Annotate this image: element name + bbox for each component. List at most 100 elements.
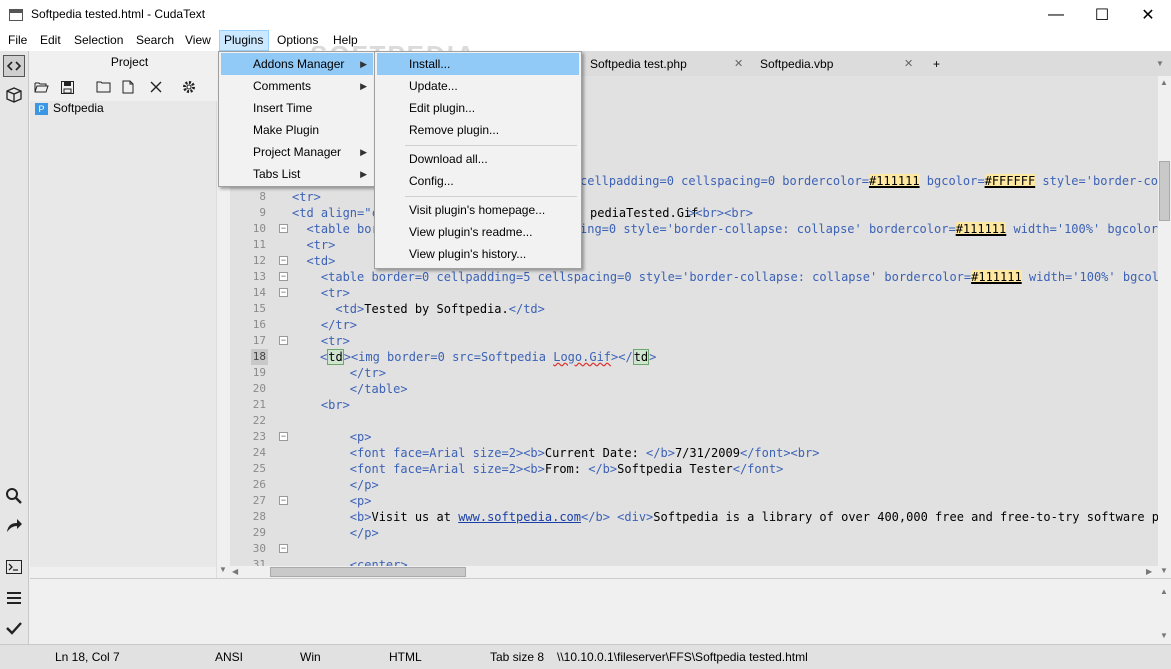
validate-check-icon[interactable]	[3, 617, 25, 639]
fold-toggle-icon[interactable]: −	[279, 272, 288, 281]
status-line-ending[interactable]: Win	[300, 650, 321, 664]
menu-item-update[interactable]: Update...	[377, 75, 579, 97]
scroll-up-icon[interactable]: ▲	[1160, 78, 1168, 87]
menu-selection[interactable]: Selection	[74, 30, 123, 51]
maximize-button[interactable]: ☐	[1079, 0, 1125, 30]
menu-item-tabs-list[interactable]: Tabs List ▶	[221, 163, 373, 185]
menu-item-config[interactable]: Config...	[377, 170, 579, 192]
menu-item-make-plugin[interactable]: Make Plugin	[221, 119, 373, 141]
code-token: cellpadding=0 cellspacing=0 bordercolor=	[580, 174, 869, 188]
output-list-icon[interactable]	[3, 587, 25, 609]
menu-item-project-manager[interactable]: Project Manager ▶	[221, 141, 373, 163]
menu-item-download-all[interactable]: Download all...	[377, 148, 579, 170]
scroll-left-icon[interactable]: ◀	[232, 567, 238, 576]
scroll-right-icon[interactable]: ▶	[1146, 567, 1152, 576]
menu-item-view-history[interactable]: View plugin's history...	[377, 243, 579, 265]
scroll-down-icon[interactable]: ▼	[1160, 566, 1168, 575]
menu-item-remove-plugin[interactable]: Remove plugin...	[377, 119, 579, 141]
fold-toggle-icon[interactable]: −	[279, 432, 288, 441]
line-number: 8	[259, 190, 266, 203]
tab-label: Softpedia.vbp	[760, 57, 834, 71]
add-file-icon[interactable]	[118, 77, 138, 97]
gear-icon[interactable]	[179, 77, 199, 97]
code-line-20: </table>	[292, 382, 408, 396]
project-tree-item[interactable]: Softpedia	[53, 101, 104, 115]
menu-item-addons-manager[interactable]: Addons Manager ▶	[221, 53, 373, 75]
tab-softpedia-vbp[interactable]: Softpedia.vbp ✕	[754, 53, 919, 76]
code-line-27: <p>	[292, 494, 372, 508]
menu-item-view-readme[interactable]: View plugin's readme...	[377, 221, 579, 243]
status-encoding[interactable]: ANSI	[215, 650, 243, 664]
scroll-down-icon[interactable]: ▼	[219, 565, 227, 574]
scrollbar-thumb[interactable]	[1159, 161, 1170, 221]
fold-toggle-icon[interactable]: −	[279, 496, 288, 505]
scroll-up-icon[interactable]: ▲	[1160, 587, 1168, 596]
minimize-button[interactable]: —	[1033, 0, 1079, 30]
line-number: 16	[252, 318, 266, 331]
line-number: 21	[252, 398, 266, 411]
line-number: 17	[252, 334, 266, 347]
close-button[interactable]: ✕	[1125, 0, 1171, 30]
code-line-21: <br>	[292, 398, 350, 412]
link-token[interactable]: www.softpedia.com	[458, 510, 581, 524]
bottom-panel-scrollbar[interactable]: ▲ ▼	[1158, 579, 1171, 645]
menu-search[interactable]: Search	[136, 30, 174, 51]
menu-view[interactable]: View	[185, 30, 211, 51]
scrollbar-thumb[interactable]	[270, 567, 466, 577]
project-box-icon[interactable]	[3, 84, 25, 106]
menu-item-comments[interactable]: Comments ▶	[221, 75, 373, 97]
status-caret-position[interactable]: Ln 18, Col 7	[55, 650, 120, 664]
menu-item-insert-time[interactable]: Insert Time	[221, 97, 373, 119]
search-icon[interactable]	[3, 485, 25, 507]
menu-file[interactable]: File	[8, 30, 27, 51]
code-line-25: <font face=Arial size=2><b>From: </b>Sof…	[292, 462, 784, 476]
goto-arrow-icon[interactable]	[3, 515, 25, 537]
fold-toggle-icon[interactable]: −	[279, 224, 288, 233]
code-line-28: <b>Visit us at www.softpedia.com</b> <di…	[292, 510, 1158, 524]
fold-toggle-icon[interactable]: −	[279, 288, 288, 297]
window-title: Softpedia tested.html - CudaText	[31, 7, 206, 21]
project-tree[interactable]: P Softpedia	[30, 101, 216, 567]
add-folder-icon[interactable]	[93, 77, 113, 97]
plugins-menu: Addons Manager ▶ Comments ▶ Insert Time Ma…	[218, 51, 376, 187]
code-token: <td>	[292, 302, 365, 316]
fold-toggle-icon[interactable]: −	[279, 256, 288, 265]
code-line-14: <tr>	[292, 286, 350, 300]
open-folder-icon[interactable]	[31, 77, 51, 97]
code-token: pediaTested.Gif	[590, 206, 699, 220]
console-icon[interactable]	[3, 556, 25, 578]
tab-menu-icon[interactable]: ▼	[1156, 59, 1164, 68]
menu-item-install[interactable]: Install...	[377, 53, 579, 75]
tab-close-icon[interactable]: ✕	[734, 53, 743, 76]
code-line-11: <tr>	[292, 238, 336, 252]
status-bar: Ln 18, Col 7 ANSI Win HTML Tab size 8 \\…	[0, 644, 1171, 669]
line-number: 14	[252, 286, 266, 299]
code-line-16: </tr>	[292, 318, 358, 332]
editor-vertical-scrollbar[interactable]: ▲ ▼	[1158, 76, 1171, 578]
new-tab-button[interactable]: +	[927, 53, 951, 76]
line-number: 20	[252, 382, 266, 395]
scroll-down-icon[interactable]: ▼	[1160, 631, 1168, 640]
editor-horizontal-scrollbar[interactable]: ◀ ▶	[230, 566, 1158, 578]
status-tab-size[interactable]: Tab size 8	[490, 650, 544, 664]
menu-item-visit-homepage[interactable]: Visit plugin's homepage...	[377, 199, 579, 221]
line-number: 29	[252, 526, 266, 539]
menu-item-edit-plugin[interactable]: Edit plugin...	[377, 97, 579, 119]
fold-toggle-icon[interactable]: −	[279, 544, 288, 553]
fold-toggle-icon[interactable]: −	[279, 336, 288, 345]
bracket-match-token: td	[632, 349, 650, 365]
save-icon[interactable]	[57, 77, 77, 97]
remove-icon[interactable]	[146, 77, 166, 97]
tab-softpedia-test-php[interactable]: Softpedia test.php ✕	[584, 53, 749, 76]
code-line-18: <td><img border=0 src=Softpedia Logo.Gif…	[320, 349, 657, 365]
tab-close-icon[interactable]: ✕	[904, 53, 913, 76]
line-number: 22	[252, 414, 266, 427]
line-number: 26	[252, 478, 266, 491]
code-line-23: <p>	[292, 430, 372, 444]
status-lexer[interactable]: HTML	[389, 650, 422, 664]
menu-plugins[interactable]: Plugins	[219, 30, 269, 51]
code-line-9: <td align="c pediaTested.Gif ><br><br>	[292, 205, 753, 221]
menu-edit[interactable]: Edit	[40, 30, 61, 51]
code-tree-icon[interactable]	[3, 55, 25, 77]
misspelled-token: Logo.Gif	[553, 350, 612, 364]
